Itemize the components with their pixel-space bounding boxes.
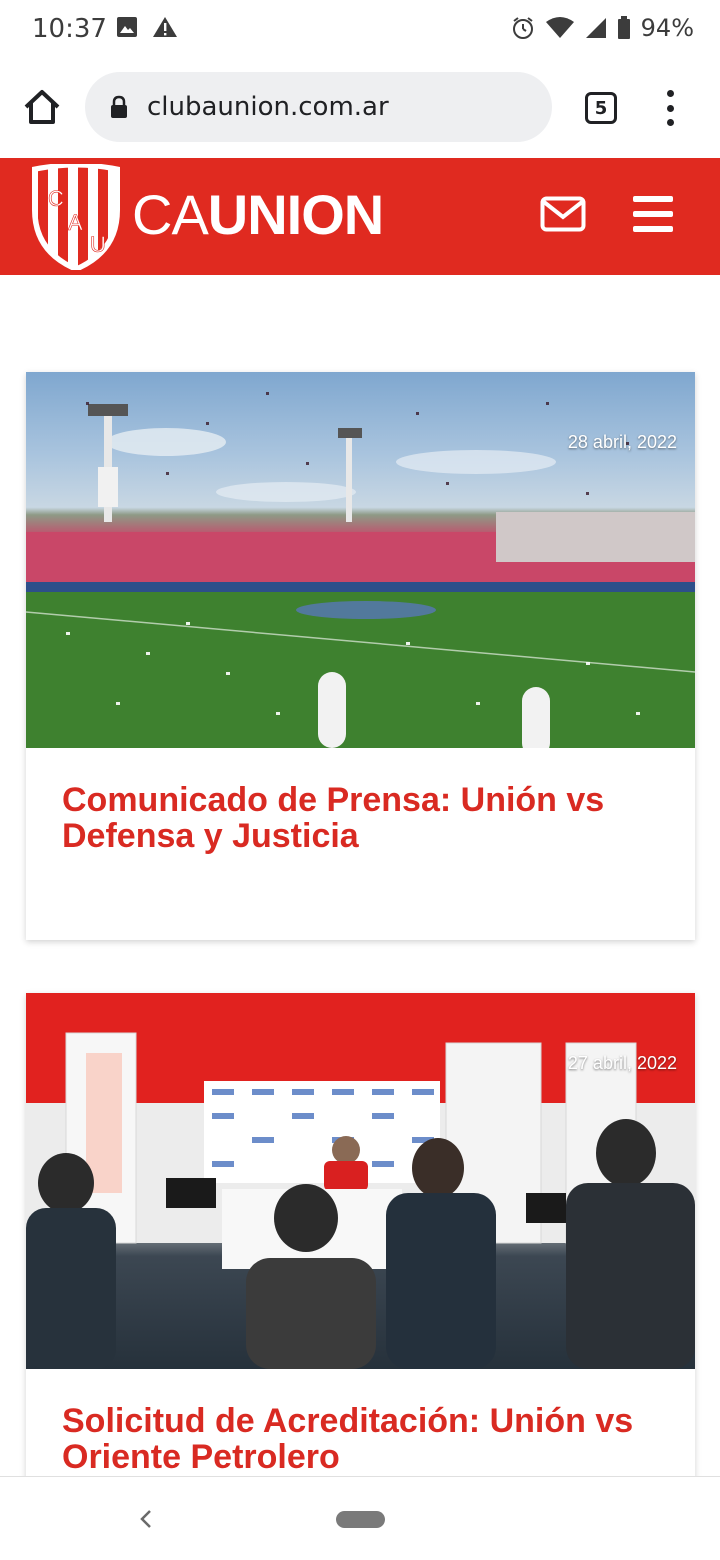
status-notification-icons [116,16,178,38]
wifi-icon [545,17,574,38]
home-pill-button[interactable] [336,1511,385,1528]
status-right-icons: 94% [511,14,694,42]
article-card[interactable]: 28 abril, 2022 Comunicado de Prensa: Uni… [26,372,695,940]
press-room-illustration [26,993,695,1369]
system-navigation-bar [0,1476,720,1560]
alarm-icon [512,17,533,39]
tab-switcher-button[interactable]: 5 [585,92,617,124]
battery-icon [617,16,630,39]
logo-union: UNION [207,183,384,246]
shield-letter-a: A [68,210,83,235]
stadium-illustration [26,392,695,748]
status-time: 10:37 [32,14,107,44]
status-bar: 10:37 94% [0,0,720,60]
url-bar[interactable]: clubaunion.com.ar [85,72,552,142]
shield-letter-c: C [48,186,64,211]
club-shield-logo[interactable]: C A U [28,164,124,270]
article-title[interactable]: Solicitud de Acreditación: Unión vs Orie… [26,1369,695,1475]
hamburger-menu-icon[interactable] [633,196,673,232]
shield-letter-u: U [90,232,106,257]
battery-percentage: 94% [640,14,694,42]
site-logo-text[interactable]: CAUNION [132,183,384,246]
cell-signal-icon [585,18,606,38]
site-header: C A U CAUNION [0,158,720,275]
article-date: 27 abril, 2022 [567,1053,677,1073]
back-chevron-icon[interactable] [136,1507,156,1531]
article-title[interactable]: Comunicado de Prensa: Unión vs Defensa y… [26,748,695,854]
article-card[interactable]: 27 abril, 2022 Solicitud de Acreditación… [26,993,695,1493]
url-text: clubaunion.com.ar [147,92,389,122]
home-icon[interactable] [22,87,62,127]
browser-menu-button[interactable] [660,90,680,126]
warning-notification-icon [153,17,177,37]
article-date: 28 abril, 2022 [567,432,677,452]
logo-ca: CA [132,183,209,246]
article-image-stadium[interactable]: 28 abril, 2022 [26,372,695,748]
browser-toolbar: clubaunion.com.ar 5 [0,60,720,156]
image-notification-icon [117,17,137,37]
mail-icon[interactable] [540,196,586,232]
lock-icon [111,95,127,118]
article-image-press-room[interactable]: 27 abril, 2022 [26,993,695,1369]
